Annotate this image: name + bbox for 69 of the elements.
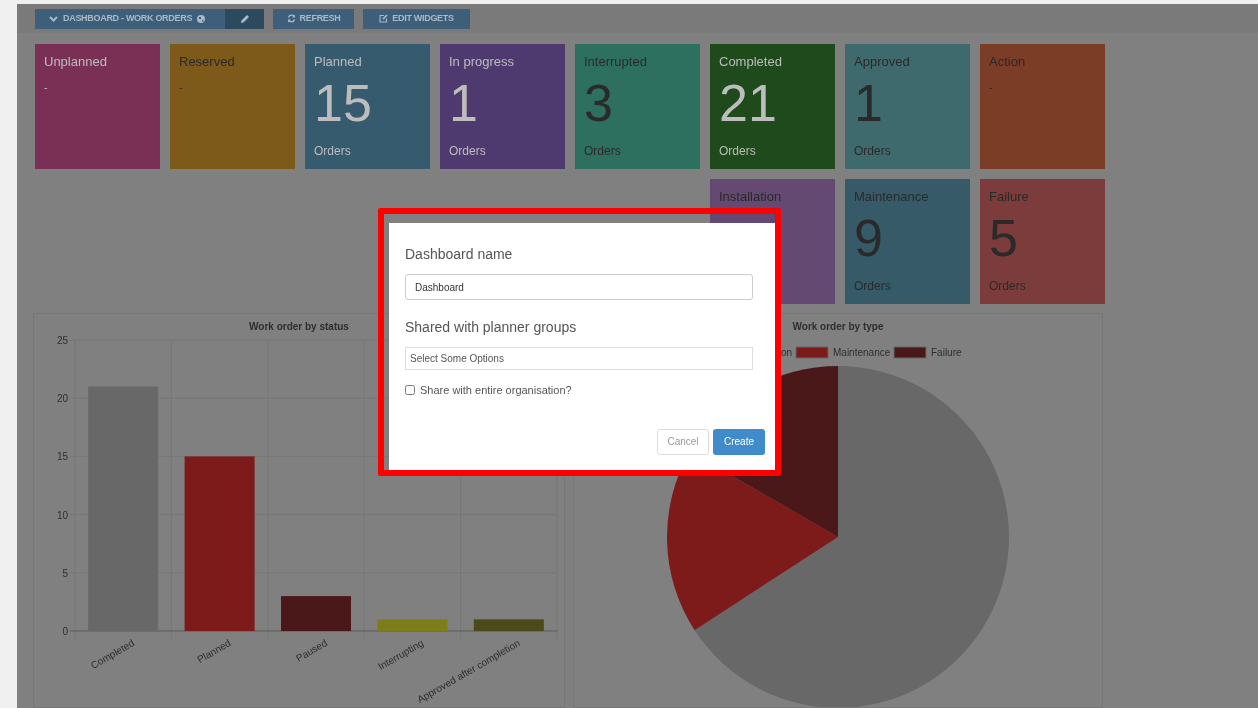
status-tile[interactable]: Approved 1 Orders bbox=[845, 44, 970, 169]
status-tile[interactable]: In progress 1 Orders bbox=[440, 44, 565, 169]
tile-caption: Orders bbox=[719, 143, 756, 160]
axis-tick-label: 20 bbox=[56, 393, 68, 405]
refresh-icon bbox=[286, 14, 296, 23]
create-button[interactable]: Create bbox=[713, 428, 765, 455]
tile-value: - bbox=[44, 80, 48, 95]
tile-value: - bbox=[989, 80, 993, 95]
axis-tick-label: 5 bbox=[62, 567, 68, 579]
tile-value: 21 bbox=[719, 75, 777, 131]
tile-value: 9 bbox=[854, 210, 883, 266]
globe-icon bbox=[197, 14, 206, 23]
axis-tick-label: 15 bbox=[56, 451, 68, 463]
tile-caption: Orders bbox=[854, 278, 891, 295]
status-tile[interactable]: Interrupted 3 Orders bbox=[575, 44, 700, 169]
tile-title: Reserved bbox=[179, 53, 236, 71]
tile-title: Maintenance bbox=[854, 188, 930, 206]
status-tile[interactable]: Reserved - bbox=[170, 44, 295, 169]
tile-caption: Orders bbox=[584, 143, 621, 160]
axis-tick-label: 0 bbox=[62, 626, 68, 637]
legend-label: on bbox=[780, 347, 792, 358]
tile-value: 5 bbox=[989, 210, 1018, 266]
legend-label: Failure bbox=[931, 347, 962, 358]
axis-tick-label: 25 bbox=[56, 335, 68, 346]
status-tile[interactable]: Planned 15 Orders bbox=[305, 44, 430, 169]
edit-widgets-button[interactable]: EDIT WIDGETS bbox=[363, 8, 470, 29]
refresh-button[interactable]: REFRESH bbox=[273, 8, 354, 29]
tile-title: Action bbox=[989, 53, 1027, 71]
axis-tick-label: 10 bbox=[56, 509, 68, 521]
planner-groups-select[interactable]: Select Some Options bbox=[405, 347, 753, 370]
tile-caption: Orders bbox=[449, 143, 486, 160]
tile-value: 3 bbox=[584, 75, 613, 131]
tile-title: Failure bbox=[989, 188, 1030, 206]
tile-value: 15 bbox=[314, 75, 372, 131]
tile-title: Approved bbox=[854, 53, 911, 71]
status-tile[interactable]: Failure 5 Orders bbox=[980, 179, 1105, 304]
status-tile[interactable]: Unplanned - bbox=[35, 44, 160, 169]
tile-caption: Orders bbox=[854, 143, 891, 160]
status-tile[interactable]: Maintenance 9 Orders bbox=[845, 179, 970, 304]
bar bbox=[281, 596, 351, 631]
legend-label: Maintenance bbox=[833, 347, 891, 358]
chart-title: Work order by type bbox=[792, 321, 884, 332]
edit-button[interactable] bbox=[225, 8, 264, 29]
tile-title: Completed bbox=[719, 53, 783, 71]
tile-value: - bbox=[179, 80, 183, 95]
tile-title: Installation bbox=[719, 188, 783, 206]
status-tile[interactable]: Action - bbox=[980, 44, 1105, 169]
tile-title: Unplanned bbox=[44, 53, 108, 71]
bar bbox=[377, 619, 448, 631]
tile-value: 1 bbox=[854, 75, 883, 131]
tile-caption: Orders bbox=[314, 143, 351, 160]
field-label: Shared with planner groups bbox=[405, 318, 578, 336]
status-tile[interactable]: Completed 21 Orders bbox=[710, 44, 835, 169]
tile-value: 1 bbox=[449, 75, 478, 131]
share-checkbox[interactable] bbox=[405, 385, 415, 396]
chart-title: Work order by status bbox=[249, 321, 349, 332]
tile-title: In progress bbox=[449, 53, 516, 71]
cancel-button[interactable]: Cancel bbox=[657, 428, 709, 455]
field-label: Dashboard name bbox=[405, 245, 514, 263]
dashboard-dropdown[interactable]: DASHBOARD - WORK ORDERS bbox=[35, 8, 225, 29]
chevron-down-icon bbox=[49, 15, 58, 22]
name-input[interactable]: Dashboard bbox=[405, 274, 753, 300]
pencil-icon bbox=[239, 13, 250, 24]
tile-title: Interrupted bbox=[584, 53, 648, 71]
edit-icon bbox=[379, 14, 389, 23]
tile-caption: Orders bbox=[989, 278, 1026, 295]
checkbox-label: Share with entire organisation? bbox=[420, 383, 572, 398]
bar bbox=[473, 619, 544, 631]
tile-title: Planned bbox=[314, 53, 363, 71]
